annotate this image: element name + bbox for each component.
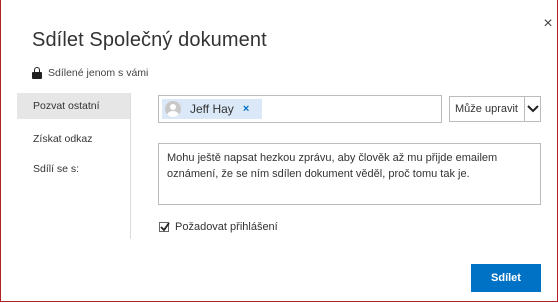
recipients-input[interactable]: Jeff Hay × — [158, 95, 442, 123]
share-button[interactable]: Sdílet — [471, 264, 541, 292]
shared-status: Sdílené jenom s vámi — [32, 66, 148, 80]
recipient-name: Jeff Hay — [190, 102, 234, 116]
recipient-chip: Jeff Hay × — [162, 99, 262, 119]
nav-item-invite[interactable]: Pozvat ostatní — [17, 93, 130, 119]
nav-item-get-link[interactable]: Získat odkaz — [17, 126, 130, 152]
person-icon — [165, 101, 181, 117]
close-icon[interactable]: × — [540, 16, 556, 32]
dialog-title: Sdílet Společný dokument — [32, 29, 267, 51]
share-nav: Pozvat ostatní Získat odkaz Sdílí se s: — [17, 93, 131, 239]
require-signin-checkbox[interactable] — [159, 222, 170, 232]
shared-status-label: Sdílené jenom s vámi — [48, 67, 149, 79]
remove-recipient-icon[interactable]: × — [243, 103, 249, 115]
nav-item-shared-with[interactable]: Sdílí se s: — [17, 156, 130, 182]
permission-select[interactable]: Může upravit — [449, 96, 541, 122]
message-textarea[interactable]: Mohu ještě napsat hezkou zprávu, aby člo… — [158, 143, 541, 205]
require-signin-row[interactable]: Požadovat přihlášení — [159, 221, 278, 233]
permission-selected-value: Může upravit — [455, 103, 518, 115]
lock-icon — [32, 67, 42, 79]
checkmark-icon — [160, 222, 170, 232]
require-signin-label: Požadovat přihlášení — [175, 221, 278, 233]
share-dialog: × Sdílet Společný dokument Sdílené jenom… — [0, 0, 558, 302]
chevron-down-icon[interactable] — [524, 97, 540, 121]
